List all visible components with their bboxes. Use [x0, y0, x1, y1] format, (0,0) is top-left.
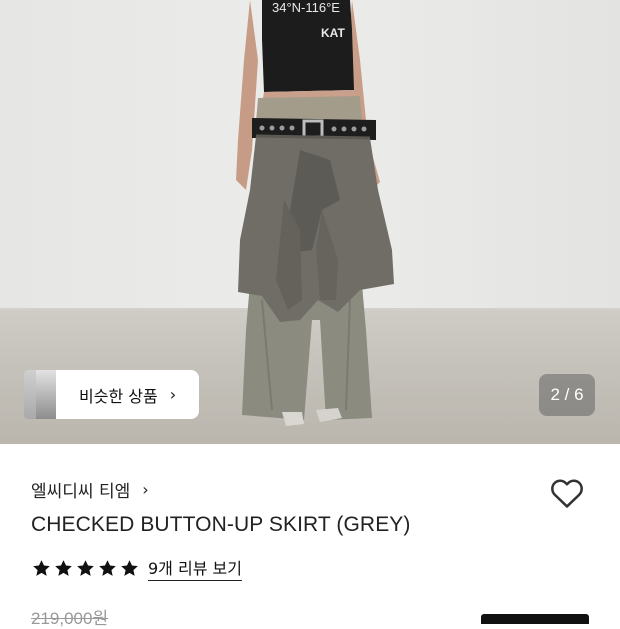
star-filled-icon: [99, 559, 116, 576]
chevron-right-icon: ›: [169, 385, 177, 404]
image-counter: 2 / 6: [539, 374, 595, 416]
original-price: 219,000원: [31, 609, 109, 628]
similar-products-thumbnail: [24, 370, 56, 419]
similar-products-label: 비슷한 상품: [79, 386, 158, 406]
heart-outline-icon[interactable]: [548, 474, 586, 512]
similar-products-button[interactable]: 비슷한 상품 ›: [24, 370, 199, 419]
star-filled-icon: [121, 559, 138, 576]
buy-button[interactable]: [481, 614, 589, 624]
star-rating: [31, 558, 140, 579]
chevron-right-icon: ›: [142, 480, 149, 499]
star-filled-icon: [33, 559, 50, 576]
rating-row: 9개 리뷰 보기: [31, 555, 242, 581]
star-filled-icon: [77, 559, 94, 576]
brand-name: 엘씨디씨 티엠: [31, 482, 131, 502]
product-title: CHECKED BUTTON-UP SKIRT (GREY): [31, 513, 411, 536]
similar-products-pill[interactable]: 비슷한 상품 ›: [56, 370, 199, 419]
product-image-carousel[interactable]: 34°N-116°E KAT 비슷한 상품 › 2 / 6: [0, 0, 620, 444]
shirt-print-line1: 34°N-116°E: [272, 0, 340, 15]
view-reviews-link[interactable]: 9개 리뷰 보기: [148, 555, 242, 581]
star-filled-icon: [55, 559, 72, 576]
brand-link[interactable]: 엘씨디씨 티엠 ›: [31, 477, 149, 502]
shirt-print-line2: KAT: [321, 26, 345, 40]
